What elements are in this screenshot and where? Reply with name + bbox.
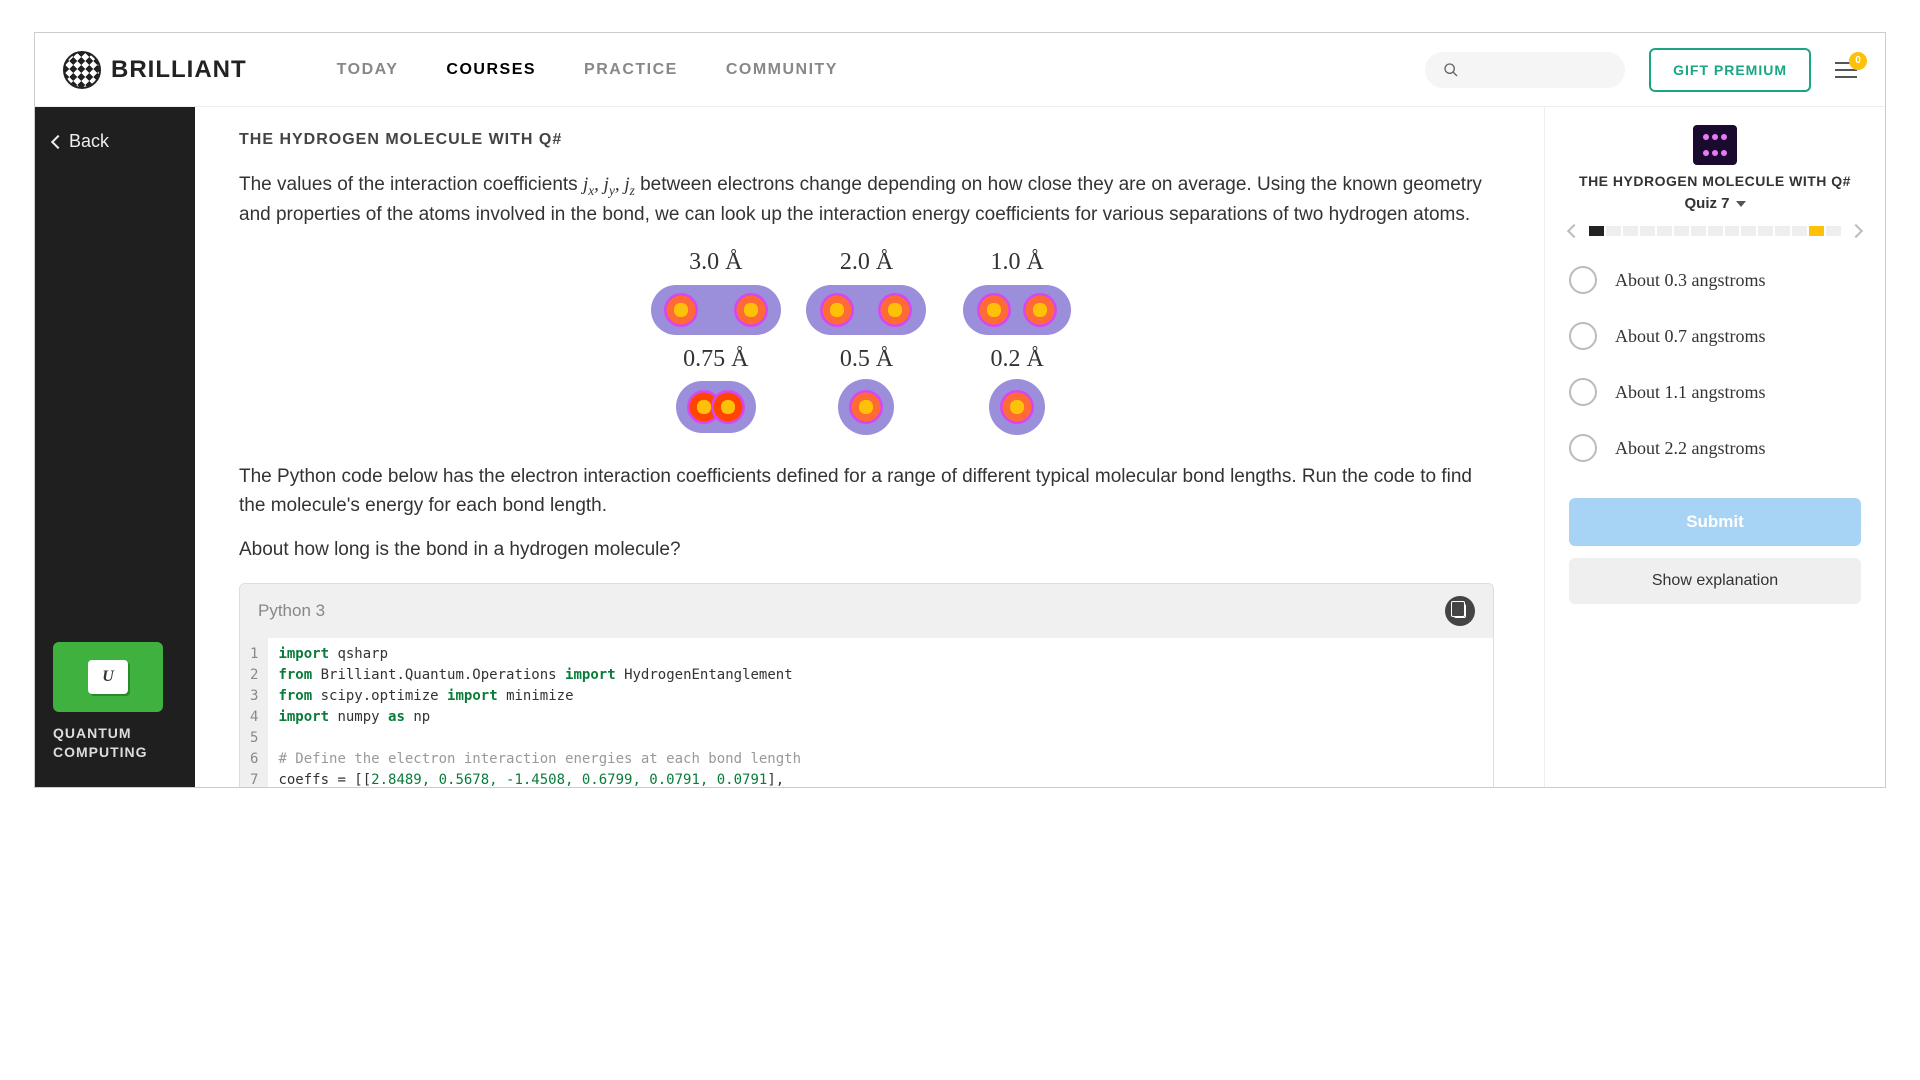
menu-button[interactable]: 0: [1835, 62, 1857, 78]
radio-icon: [1569, 434, 1597, 462]
progress-cell[interactable]: [1623, 226, 1638, 236]
brilliant-logo-icon: [63, 51, 101, 89]
course-thumbnail[interactable]: U: [53, 642, 163, 712]
answer-option[interactable]: About 0.3 angstroms: [1569, 266, 1861, 294]
search-input[interactable]: [1425, 52, 1625, 88]
lesson-paragraph-2: The Python code below has the electron i…: [239, 463, 1494, 520]
radio-icon: [1569, 266, 1597, 294]
progress-cell[interactable]: [1826, 226, 1841, 236]
chevron-left-icon: [51, 134, 65, 148]
progress-cell[interactable]: [1657, 226, 1672, 236]
quiz-panel: THE HYDROGEN MOLECULE WITH Q# Quiz 7 Abo…: [1545, 107, 1885, 787]
progress-prev-button[interactable]: [1567, 224, 1581, 238]
progress-cell[interactable]: [1725, 226, 1740, 236]
code-language: Python 3: [258, 601, 325, 621]
copy-code-button[interactable]: [1445, 596, 1475, 626]
answer-list: About 0.3 angstroms About 0.7 angstroms Ab…: [1569, 266, 1861, 462]
progress-cell[interactable]: [1606, 226, 1621, 236]
molecule-label: 0.5 Å: [797, 346, 936, 373]
progress-cell[interactable]: [1809, 226, 1824, 236]
show-explanation-button[interactable]: Show explanation: [1569, 558, 1861, 604]
nav-community[interactable]: COMMUNITY: [726, 61, 838, 79]
back-button[interactable]: Back: [53, 131, 177, 152]
brand-name: BRILLIANT: [111, 56, 247, 84]
progress-cell[interactable]: [1741, 226, 1756, 236]
code-block: Python 3 1234567 import qsharp from Bril…: [239, 583, 1494, 787]
top-nav: BRILLIANT TODAY COURSES PRACTICE COMMUNI…: [35, 33, 1885, 107]
answer-text: About 2.2 angstroms: [1615, 438, 1766, 459]
notification-badge: 0: [1849, 52, 1867, 70]
molecule-label: 0.2 Å: [948, 346, 1087, 373]
sidebar: Back U QUANTUM COMPUTING: [35, 107, 195, 787]
code-text[interactable]: import qsharp from Brilliant.Quantum.Ope…: [268, 638, 811, 787]
answer-text: About 0.7 angstroms: [1615, 326, 1766, 347]
submit-button[interactable]: Submit: [1569, 498, 1861, 546]
progress-cell[interactable]: [1775, 226, 1790, 236]
gift-premium-button[interactable]: GIFT PREMIUM: [1649, 48, 1811, 92]
answer-option[interactable]: About 1.1 angstroms: [1569, 378, 1861, 406]
progress-cell[interactable]: [1589, 226, 1604, 236]
answer-text: About 0.3 angstroms: [1615, 270, 1766, 291]
molecule-label: 2.0 Å: [797, 249, 936, 276]
quiz-icon: [1693, 125, 1737, 165]
progress-cell[interactable]: [1792, 226, 1807, 236]
brand-logo[interactable]: BRILLIANT: [63, 51, 247, 89]
progress-cell[interactable]: [1758, 226, 1773, 236]
nav-links: TODAY COURSES PRACTICE COMMUNITY: [337, 61, 838, 79]
progress-cell[interactable]: [1691, 226, 1706, 236]
molecule-diagram: 3.0 Å 2.0 Å 1.0 Å 0.75 Å 0.5 Å 0.2 Å: [647, 249, 1087, 435]
progress-next-button[interactable]: [1849, 224, 1863, 238]
lesson-question: About how long is the bond in a hydrogen…: [239, 536, 1494, 565]
answer-text: About 1.1 angstroms: [1615, 382, 1766, 403]
nav-courses[interactable]: COURSES: [446, 61, 536, 79]
progress-cell[interactable]: [1674, 226, 1689, 236]
molecule-label: 1.0 Å: [948, 249, 1087, 276]
quiz-title: THE HYDROGEN MOLECULE WITH Q#: [1569, 173, 1861, 189]
lesson-title: THE HYDROGEN MOLECULE WITH Q#: [239, 131, 1494, 149]
molecule-label: 0.75 Å: [647, 346, 786, 373]
line-numbers: 1234567: [240, 638, 268, 787]
progress-cell[interactable]: [1640, 226, 1655, 236]
nav-today[interactable]: TODAY: [337, 61, 399, 79]
radio-icon: [1569, 378, 1597, 406]
answer-option[interactable]: About 2.2 angstroms: [1569, 434, 1861, 462]
lesson-content: THE HYDROGEN MOLECULE WITH Q# The values…: [195, 107, 1545, 787]
back-label: Back: [69, 131, 109, 152]
caret-down-icon: [1736, 201, 1746, 207]
quiz-progress: [1569, 226, 1861, 236]
radio-icon: [1569, 322, 1597, 350]
copy-icon: [1454, 604, 1466, 618]
nav-practice[interactable]: PRACTICE: [584, 61, 678, 79]
lesson-paragraph-1: The values of the interaction coefficien…: [239, 171, 1494, 229]
quiz-selector[interactable]: Quiz 7: [1569, 195, 1861, 212]
course-label: QUANTUM COMPUTING: [53, 724, 177, 763]
course-glyph: U: [88, 660, 128, 694]
answer-option[interactable]: About 0.7 angstroms: [1569, 322, 1861, 350]
progress-cell[interactable]: [1708, 226, 1723, 236]
search-icon: [1443, 62, 1459, 78]
molecule-label: 3.0 Å: [647, 249, 786, 276]
